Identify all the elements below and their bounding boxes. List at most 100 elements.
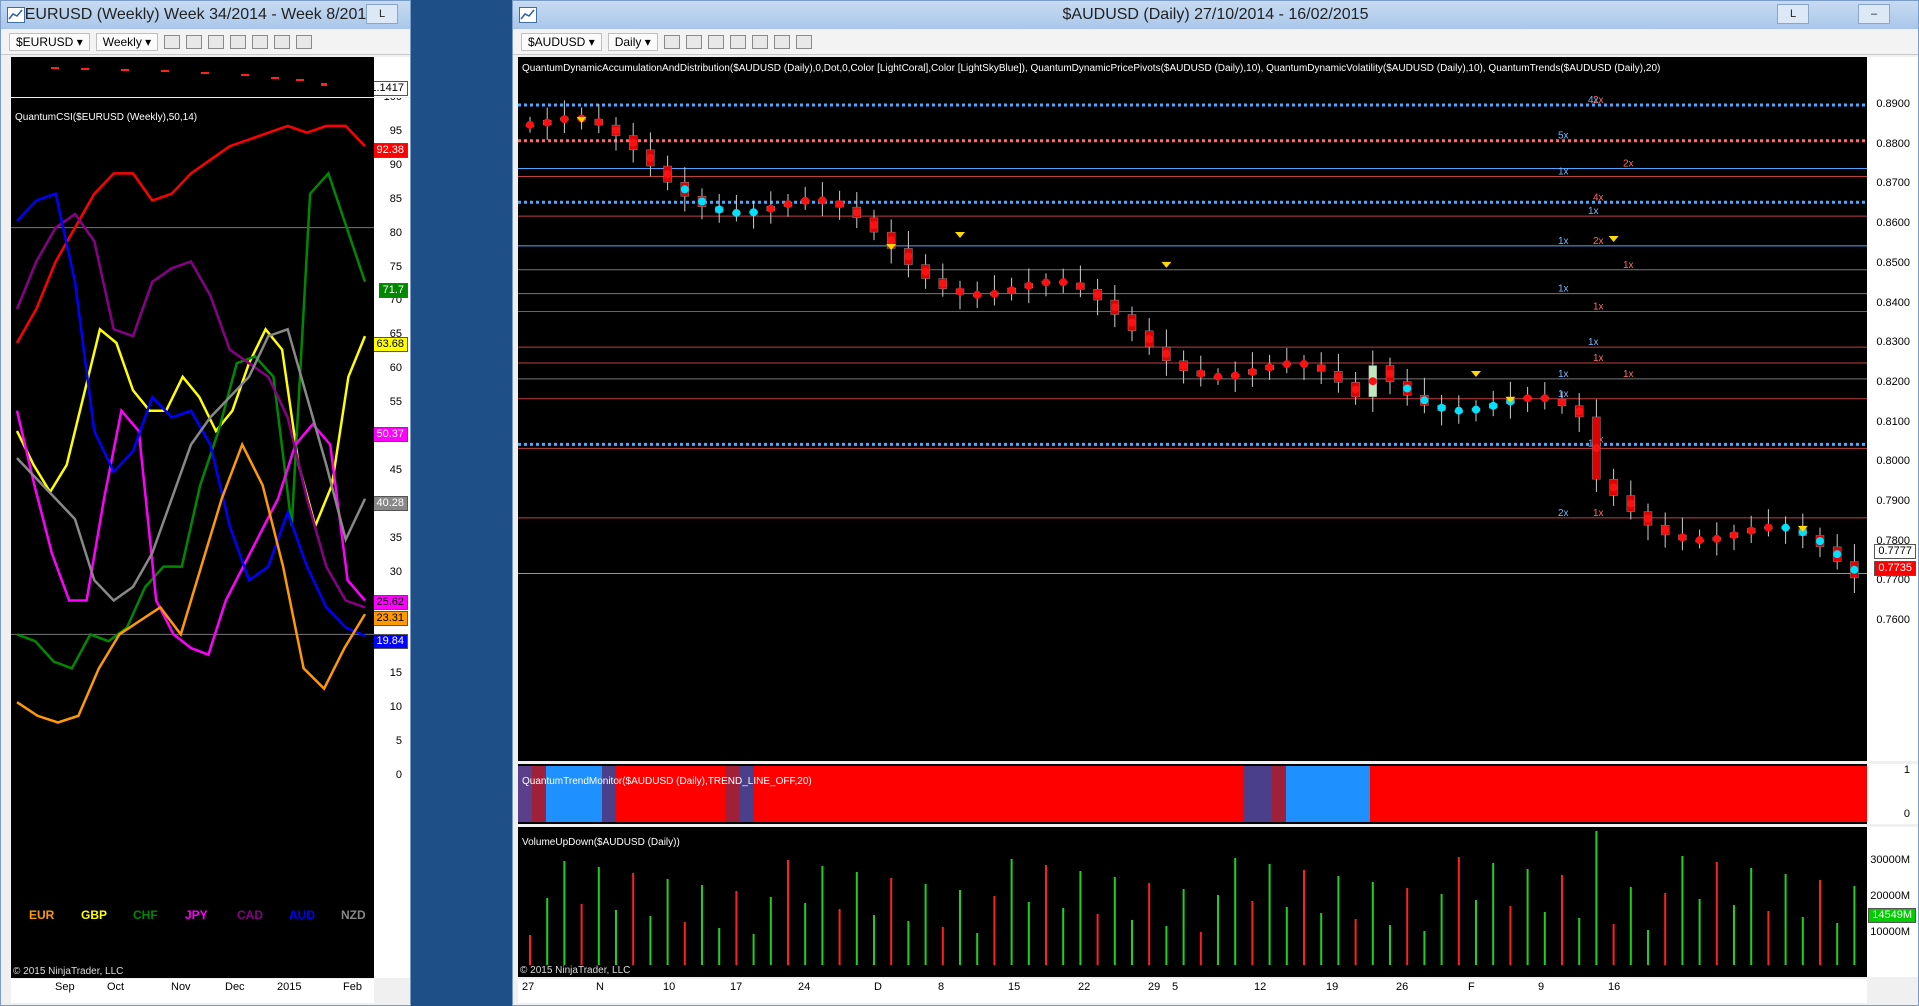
window-restore-button[interactable]: L xyxy=(366,4,398,24)
properties-icon[interactable] xyxy=(795,35,812,49)
csi-curve xyxy=(16,327,367,603)
level-multiplier-label: 5x xyxy=(1558,131,1569,142)
trend-dot xyxy=(835,200,844,209)
trend-dot xyxy=(921,267,930,276)
trend-dot xyxy=(1282,360,1291,369)
strategies-icon[interactable] xyxy=(773,35,790,49)
level-multiplier-label: 1x xyxy=(1593,301,1604,312)
trend-dot xyxy=(543,118,552,127)
trend-monitor-pane[interactable]: QuantumTrendMonitor($AUDUSD (Daily),TREN… xyxy=(518,764,1867,824)
csi-axis-tick: 5 xyxy=(395,735,402,748)
trend-dot xyxy=(1609,483,1618,492)
trend-dot xyxy=(1472,405,1480,414)
period-selector[interactable]: Weekly ▾ xyxy=(95,33,159,51)
zoom-icon[interactable] xyxy=(729,35,746,49)
trend-dot xyxy=(1386,369,1394,378)
indicators-icon[interactable] xyxy=(751,35,768,49)
eurusd-toolbar: $EURUSD ▾ Weekly ▾ xyxy=(1,30,410,55)
eurusd-title-bar[interactable]: $EURUSD (Weekly) Week 34/2014 - Week 8/2… xyxy=(1,1,410,29)
trend-dot xyxy=(1317,364,1326,373)
csi-axis-tick: 55 xyxy=(389,396,402,409)
volume-axis-tick: 20000M xyxy=(1870,890,1910,902)
csi-value-tag: 50.37 xyxy=(374,427,408,443)
price-axis-tick: 0.8600 xyxy=(1876,217,1910,230)
time-axis-label: F xyxy=(1468,981,1475,993)
trend-block xyxy=(1370,766,1867,822)
window-minimize-button[interactable]: – xyxy=(1858,4,1890,24)
time-axis-label: 12 xyxy=(1254,981,1267,993)
csi-axis-tick: 45 xyxy=(389,463,402,476)
trend-dot xyxy=(1145,334,1154,343)
trend-monitor-label: QuantumTrendMonitor($AUDUSD (Daily),TREN… xyxy=(522,776,812,787)
audusd-candlestick-chart: 4x2x5x2x1x4x1x2x1x1x1x1x1x1x1x1x1x4x1x1x… xyxy=(518,95,1867,594)
time-axis-label: D xyxy=(874,981,882,993)
pointer-icon[interactable] xyxy=(208,35,225,49)
trend-dot xyxy=(749,208,758,217)
time-axis-label: 5 xyxy=(1172,981,1179,993)
audusd-title-bar[interactable]: $AUDUSD (Daily) 27/10/2014 - 16/02/2015 … xyxy=(513,1,1918,29)
right-copyright: © 2015 NinjaTrader, LLC xyxy=(520,965,631,976)
trend-dot xyxy=(680,185,689,194)
trend-dot xyxy=(1661,526,1670,535)
period-selector[interactable]: Daily ▾ xyxy=(607,33,658,51)
trend-dot xyxy=(1248,367,1257,376)
window-restore-button[interactable]: L xyxy=(1777,4,1809,24)
trend-dot xyxy=(1523,394,1532,403)
drawing-tool-icon[interactable] xyxy=(685,35,702,49)
indicators-icon[interactable] xyxy=(252,35,269,49)
trend-dot xyxy=(956,287,964,296)
trend-dot xyxy=(1747,526,1756,535)
bar-type-icon[interactable] xyxy=(164,35,181,49)
instrument-selector[interactable]: $EURUSD ▾ xyxy=(9,33,90,51)
csi-axis-tick: 80 xyxy=(389,226,402,239)
properties-icon[interactable] xyxy=(296,35,313,49)
csi-value-tag: 40.28 xyxy=(374,495,408,511)
trend-dot xyxy=(1558,398,1566,407)
level-multiplier-label: 1x xyxy=(1558,389,1569,400)
trend-dot xyxy=(938,279,947,288)
volume-pane[interactable]: VolumeUpDown($AUDUSD (Daily)) © 2015 Nin… xyxy=(518,827,1867,977)
trend-dot xyxy=(1489,401,1498,410)
instrument-selector[interactable]: $AUDUSD ▾ xyxy=(521,33,602,51)
csi-axis-tick: 85 xyxy=(389,192,402,205)
level-multiplier-label: 1x xyxy=(1558,284,1569,295)
level-multiplier-label: 1x xyxy=(1623,260,1634,271)
trend-dot xyxy=(1110,303,1119,312)
trend-dot xyxy=(560,115,569,124)
time-axis-label: Feb xyxy=(343,981,362,993)
zoom-icon[interactable] xyxy=(230,35,247,49)
trend-dot xyxy=(715,205,724,214)
legend-jpy: JPY xyxy=(185,908,208,922)
time-axis-label: 8 xyxy=(938,981,945,993)
trend-dot xyxy=(1781,523,1790,532)
trend-dot xyxy=(1454,406,1463,415)
bar-type-icon[interactable] xyxy=(663,35,680,49)
volume-indicator-label: VolumeUpDown($AUDUSD (Daily)) xyxy=(522,837,680,848)
strategies-icon[interactable] xyxy=(274,35,291,49)
legend-gbp: GBP xyxy=(81,908,108,922)
trend-dot xyxy=(646,153,655,162)
pointer-icon[interactable] xyxy=(707,35,724,49)
csi-value-tag: 19.84 xyxy=(374,634,408,650)
audusd-price-pane[interactable]: QuantumDynamicAccumulationAndDistributio… xyxy=(518,57,1867,761)
price-tag: 0.7735 xyxy=(1874,560,1916,576)
trend-dot xyxy=(1437,403,1446,412)
eurusd-time-axis: Sep Oct Nov Dec 2015 Feb xyxy=(11,979,374,1003)
csi-axis-tick: 0 xyxy=(395,769,402,781)
level-multiplier-label: 1x xyxy=(1558,369,1569,380)
trend-dot xyxy=(1678,533,1687,542)
trend-dot xyxy=(1076,282,1085,291)
trend-dot xyxy=(1403,384,1412,393)
drawing-tool-icon[interactable] xyxy=(186,35,203,49)
trend-dot xyxy=(1644,514,1652,523)
eurusd-price-pane[interactable] xyxy=(11,57,374,97)
level-multiplier-label: 1x xyxy=(1593,353,1604,364)
trend-dot xyxy=(766,204,775,213)
trend-dot xyxy=(663,170,672,179)
trend-dot xyxy=(698,197,706,206)
eurusd-chart-window[interactable]: $EURUSD (Weekly) Week 34/2014 - Week 8/2… xyxy=(0,0,411,1006)
time-axis-label: 9 xyxy=(1538,981,1545,993)
audusd-chart-window[interactable]: $AUDUSD (Daily) 27/10/2014 - 16/02/2015 … xyxy=(512,0,1919,1006)
trend-dot xyxy=(1420,396,1429,405)
eurusd-csi-pane[interactable]: QuantumCSI($EURUSD (Weekly),50,14) EUR GB… xyxy=(11,98,374,978)
